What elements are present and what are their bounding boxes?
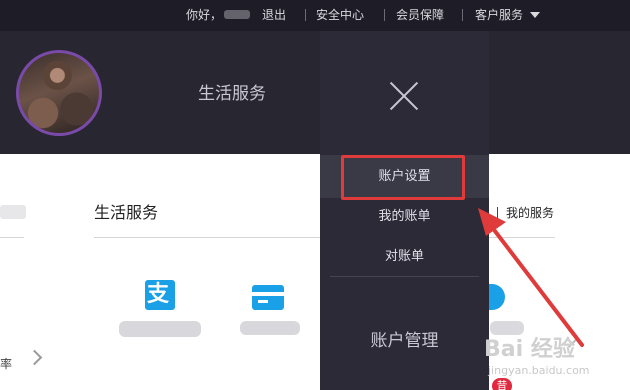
chevron-down-icon[interactable] (530, 12, 540, 18)
redacted-app-label (119, 321, 201, 337)
watermark-url: jingyan.baidu.com (488, 364, 590, 377)
alipay-glyph: 支 (147, 282, 170, 307)
chevron-right-icon[interactable] (26, 349, 43, 366)
close-icon[interactable] (389, 81, 419, 111)
alipay-icon[interactable]: 支 (145, 280, 175, 310)
card-stripe (252, 292, 284, 296)
security-center-link[interactable]: 安全中心 (316, 8, 364, 22)
top-nav-bar: 你好， 退出 安全中心 会员保障 客户服务 (0, 0, 630, 31)
highlight-box (341, 155, 465, 200)
nav-divider (462, 9, 463, 21)
divider (0, 237, 24, 238)
annotation-arrow-icon (478, 208, 584, 347)
nav-divider (384, 9, 385, 21)
watermark-logo-text: Bai 经验 (484, 337, 575, 362)
header-title[interactable]: 生活服务 (198, 83, 266, 105)
bank-card-icon[interactable] (252, 285, 284, 310)
member-protection-link[interactable]: 会员保障 (396, 8, 444, 22)
username-redacted (224, 10, 250, 19)
divider (94, 237, 320, 238)
avatar[interactable] (16, 50, 102, 136)
customer-service-link[interactable]: 客户服务 (475, 8, 523, 22)
card-chip (258, 300, 268, 303)
greeting-text: 你好， (186, 8, 223, 22)
section-title: 生活服务 (94, 203, 159, 222)
redacted-app-label (240, 321, 300, 335)
logout-link[interactable]: 退出 (262, 8, 286, 22)
partial-text: 率 (0, 357, 13, 371)
nav-divider (305, 9, 306, 21)
redacted-text (0, 205, 26, 219)
baidu-watermark: Bai 经验 jingyan.baidu.com (484, 337, 614, 385)
menu-divider (330, 276, 479, 277)
